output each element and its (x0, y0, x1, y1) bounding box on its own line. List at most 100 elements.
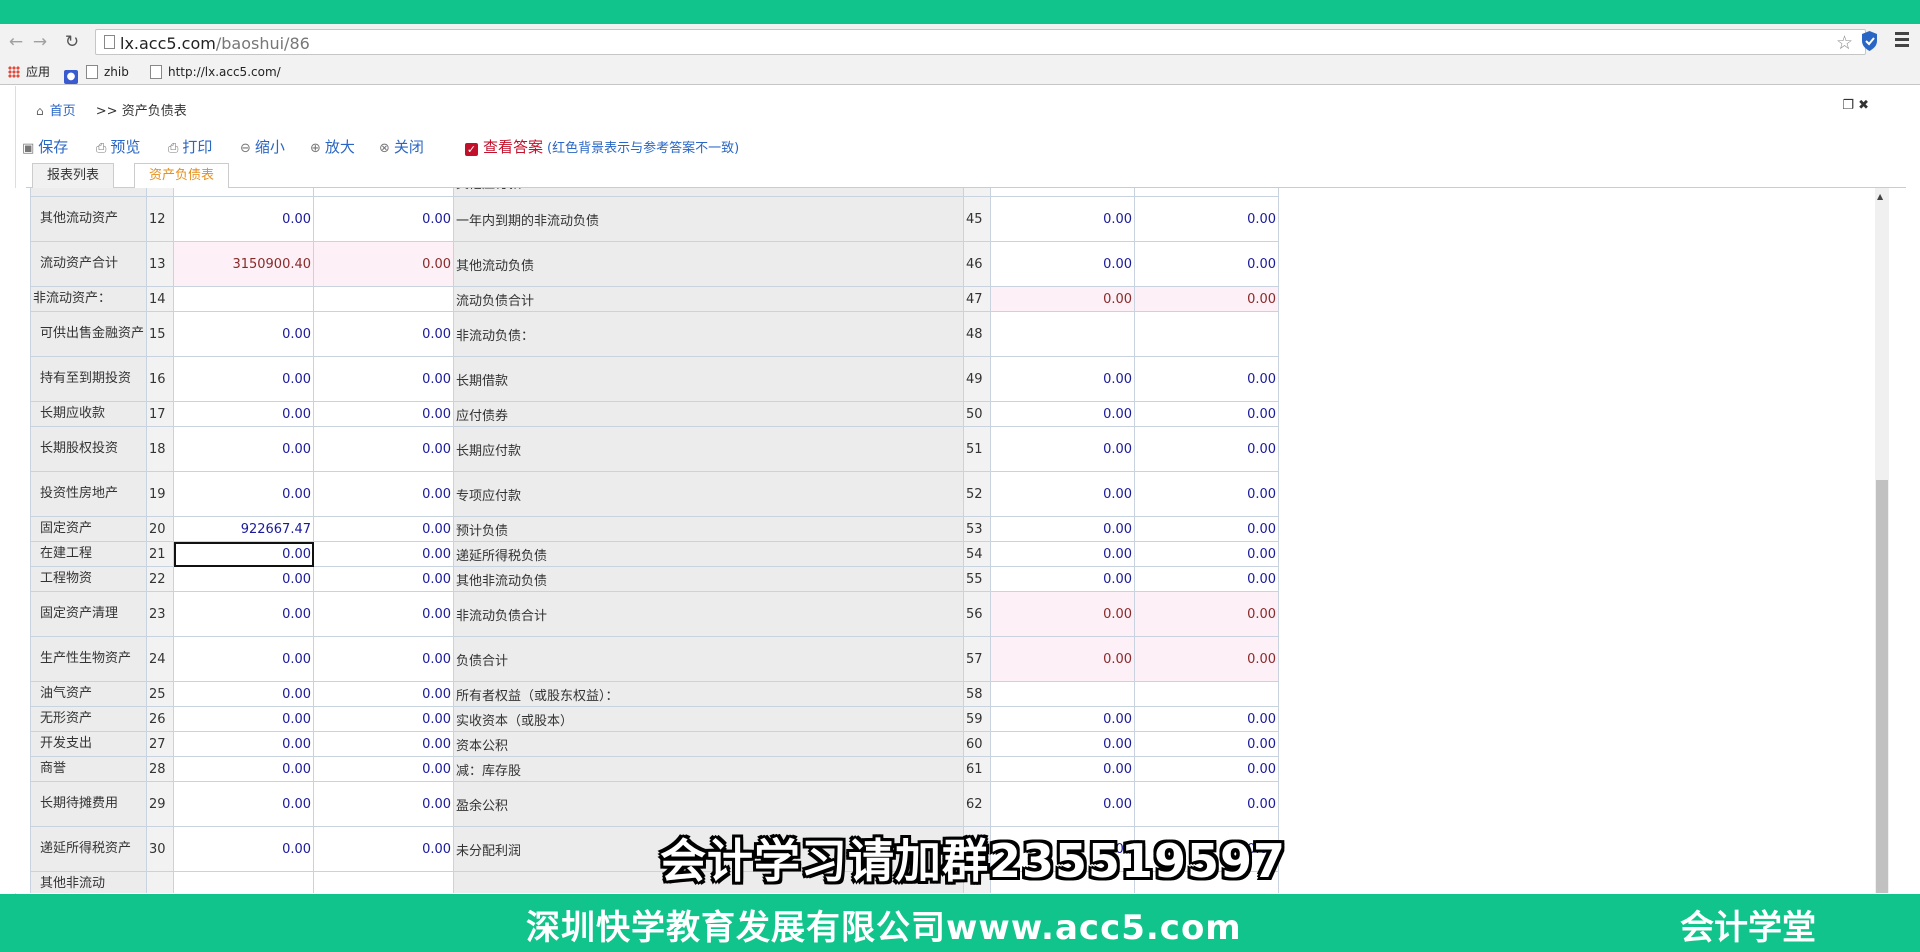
liability-ending-balance-cell[interactable]: 0.00 (990, 636, 1136, 682)
liability-opening-balance-cell[interactable]: 0.00 (1134, 188, 1280, 197)
asset-opening-balance-cell[interactable]: 0.00 (313, 401, 455, 427)
liability-opening-balance-cell[interactable] (1134, 311, 1280, 357)
asset-ending-balance-cell[interactable]: 922667.47 (173, 516, 315, 542)
address-bar[interactable]: lx.acc5.com/baoshui/86 ☆ (95, 29, 1866, 55)
liability-ending-balance-cell[interactable]: 0.00 (990, 241, 1136, 287)
liability-opening-balance-cell[interactable]: 0.00 (1134, 241, 1280, 287)
liability-opening-balance-cell[interactable]: 0.00 (1134, 286, 1280, 312)
asset-ending-balance-cell[interactable]: 0.00 (173, 426, 315, 472)
liability-opening-balance-cell[interactable]: 0.00 (1134, 591, 1280, 637)
asset-ending-balance-cell[interactable]: 0.00 (173, 591, 315, 637)
liability-ending-balance-cell[interactable]: 0.00 (990, 781, 1136, 827)
asset-ending-balance-cell[interactable]: 0.00 (173, 356, 315, 402)
save-button[interactable]: ▣ 保存 (22, 136, 68, 157)
reload-icon[interactable]: ↻ (62, 32, 82, 52)
asset-ending-balance-cell[interactable]: 0.00 (173, 311, 315, 357)
asset-ending-balance-cell[interactable]: 3150900.40 (173, 241, 315, 287)
liability-ending-balance-cell[interactable] (990, 311, 1136, 357)
liability-ending-balance-cell[interactable]: 0.00 (990, 471, 1136, 517)
liability-opening-balance-cell[interactable]: 0.00 (1134, 636, 1280, 682)
liability-opening-balance-cell[interactable]: 0.00 (1134, 566, 1280, 592)
liability-opening-balance-cell[interactable]: 0.00 (1134, 471, 1280, 517)
tab-balance-sheet[interactable]: 资产负债表 (134, 163, 230, 189)
liability-ending-balance-cell[interactable]: 0.00 (990, 541, 1136, 567)
asset-ending-balance-cell[interactable]: 0.00 (173, 731, 315, 757)
asset-opening-balance-cell[interactable]: 0.00 (313, 356, 455, 402)
zoom-out-button[interactable]: ⊖ 缩小 (240, 136, 285, 157)
liability-ending-balance-cell[interactable]: 0.00 (990, 188, 1136, 197)
asset-ending-balance-cell[interactable]: 0.00 (173, 706, 315, 732)
liability-ending-balance-cell[interactable]: 0.00 (990, 401, 1136, 427)
liability-ending-balance-cell[interactable]: 0.00 (990, 196, 1136, 242)
tab-report-list[interactable]: 报表列表 (32, 163, 115, 188)
liability-opening-balance-cell[interactable]: 0.00 (1134, 756, 1280, 782)
asset-opening-balance-cell[interactable]: 0.00 (313, 826, 455, 872)
bookmark-zhib[interactable]: ● zhib (64, 64, 129, 84)
scrollbar-thumb[interactable] (1876, 480, 1888, 893)
asset-ending-balance-cell[interactable]: 0.00 (173, 756, 315, 782)
asset-opening-balance-cell[interactable]: 0.00 (313, 681, 455, 707)
bookmark-acc5[interactable]: http://lx.acc5.com/ (150, 64, 281, 80)
bookmark-apps[interactable]: 应用 (8, 64, 50, 80)
shield-extension-icon[interactable] (1860, 30, 1879, 52)
liability-opening-balance-cell[interactable]: 0.00 (1134, 706, 1280, 732)
close-button[interactable]: ⊗ 关闭 (379, 136, 424, 157)
asset-opening-balance-cell[interactable]: 0.00 (313, 541, 455, 567)
view-answer-checkbox[interactable]: ✓ 查看答案 (红色背景表示与参考答案不一致) (465, 136, 739, 157)
forward-arrow-icon[interactable]: → (30, 32, 50, 52)
liability-ending-balance-cell[interactable]: 0.00 (990, 286, 1136, 312)
back-arrow-icon[interactable]: ← (6, 32, 26, 52)
liability-ending-balance-cell[interactable]: 0.00 (990, 566, 1136, 592)
chrome-menu-icon[interactable] (1895, 32, 1909, 50)
restore-icon[interactable]: ❐ (1842, 98, 1854, 113)
preview-button[interactable]: ⎙ 预览 (96, 136, 140, 157)
liability-opening-balance-cell[interactable]: 0.00 (1134, 781, 1280, 827)
liability-opening-balance-cell[interactable]: 0.00 (1134, 196, 1280, 242)
close-icon[interactable]: ✖ (1858, 98, 1869, 113)
asset-ending-balance-cell[interactable]: 0.00 (173, 566, 315, 592)
asset-ending-balance-cell[interactable] (173, 871, 315, 893)
asset-ending-balance-cell[interactable]: 0.00 (173, 681, 315, 707)
liability-opening-balance-cell[interactable] (1134, 681, 1280, 707)
liability-opening-balance-cell[interactable]: 0.00 (1134, 356, 1280, 402)
asset-ending-balance-cell[interactable]: 0.00 (173, 196, 315, 242)
liability-opening-balance-cell[interactable]: 0.00 (1134, 426, 1280, 472)
liability-ending-balance-cell[interactable]: 0.00 (990, 591, 1136, 637)
liability-ending-balance-cell[interactable] (990, 681, 1136, 707)
asset-opening-balance-cell[interactable]: 0.00 (313, 426, 455, 472)
asset-opening-balance-cell[interactable] (313, 286, 455, 312)
asset-ending-balance-cell[interactable]: 0.00 (173, 781, 315, 827)
asset-opening-balance-cell[interactable]: 0.00 (313, 706, 455, 732)
asset-opening-balance-cell[interactable]: 0.00 (313, 241, 455, 287)
asset-ending-balance-cell[interactable] (173, 286, 315, 312)
liability-ending-balance-cell[interactable]: 0.00 (990, 356, 1136, 402)
asset-opening-balance-cell[interactable]: 0.00 (313, 566, 455, 592)
liability-ending-balance-cell[interactable]: 0.00 (990, 756, 1136, 782)
liability-opening-balance-cell[interactable]: 0.00 (1134, 401, 1280, 427)
liability-ending-balance-cell[interactable]: 0.00 (990, 731, 1136, 757)
liability-opening-balance-cell[interactable]: 0.00 (1134, 516, 1280, 542)
asset-ending-balance-cell[interactable]: 0.00 (173, 188, 315, 197)
asset-opening-balance-cell[interactable]: 0.00 (313, 196, 455, 242)
asset-ending-balance-cell[interactable]: 0.00 (173, 541, 315, 567)
asset-opening-balance-cell[interactable]: 0.00 (313, 311, 455, 357)
liability-opening-balance-cell[interactable]: 0.00 (1134, 541, 1280, 567)
asset-ending-balance-cell[interactable]: 0.00 (173, 401, 315, 427)
asset-ending-balance-cell[interactable]: 0.00 (173, 636, 315, 682)
asset-opening-balance-cell[interactable]: 0.00 (313, 756, 455, 782)
zoom-in-button[interactable]: ⊕ 放大 (310, 136, 355, 157)
liability-ending-balance-cell[interactable]: 0.00 (990, 706, 1136, 732)
asset-opening-balance-cell[interactable]: 0.00 (313, 516, 455, 542)
liability-ending-balance-cell[interactable]: 0.00 (990, 426, 1136, 472)
asset-opening-balance-cell[interactable]: 0.00 (313, 636, 455, 682)
liability-ending-balance-cell[interactable]: 0.00 (990, 516, 1136, 542)
asset-opening-balance-cell[interactable]: 0.00 (313, 781, 455, 827)
asset-opening-balance-cell[interactable]: 0.00 (313, 591, 455, 637)
bookmark-star-icon[interactable]: ☆ (1836, 32, 1853, 54)
breadcrumb-home[interactable]: 首页 (50, 104, 76, 119)
scroll-up-icon[interactable]: ▲ (1877, 192, 1883, 201)
print-button[interactable]: ⎙ 打印 (168, 136, 212, 157)
asset-opening-balance-cell[interactable]: 0.00 (313, 471, 455, 517)
asset-ending-balance-cell[interactable]: 0.00 (173, 826, 315, 872)
asset-opening-balance-cell[interactable]: 0.00 (313, 731, 455, 757)
